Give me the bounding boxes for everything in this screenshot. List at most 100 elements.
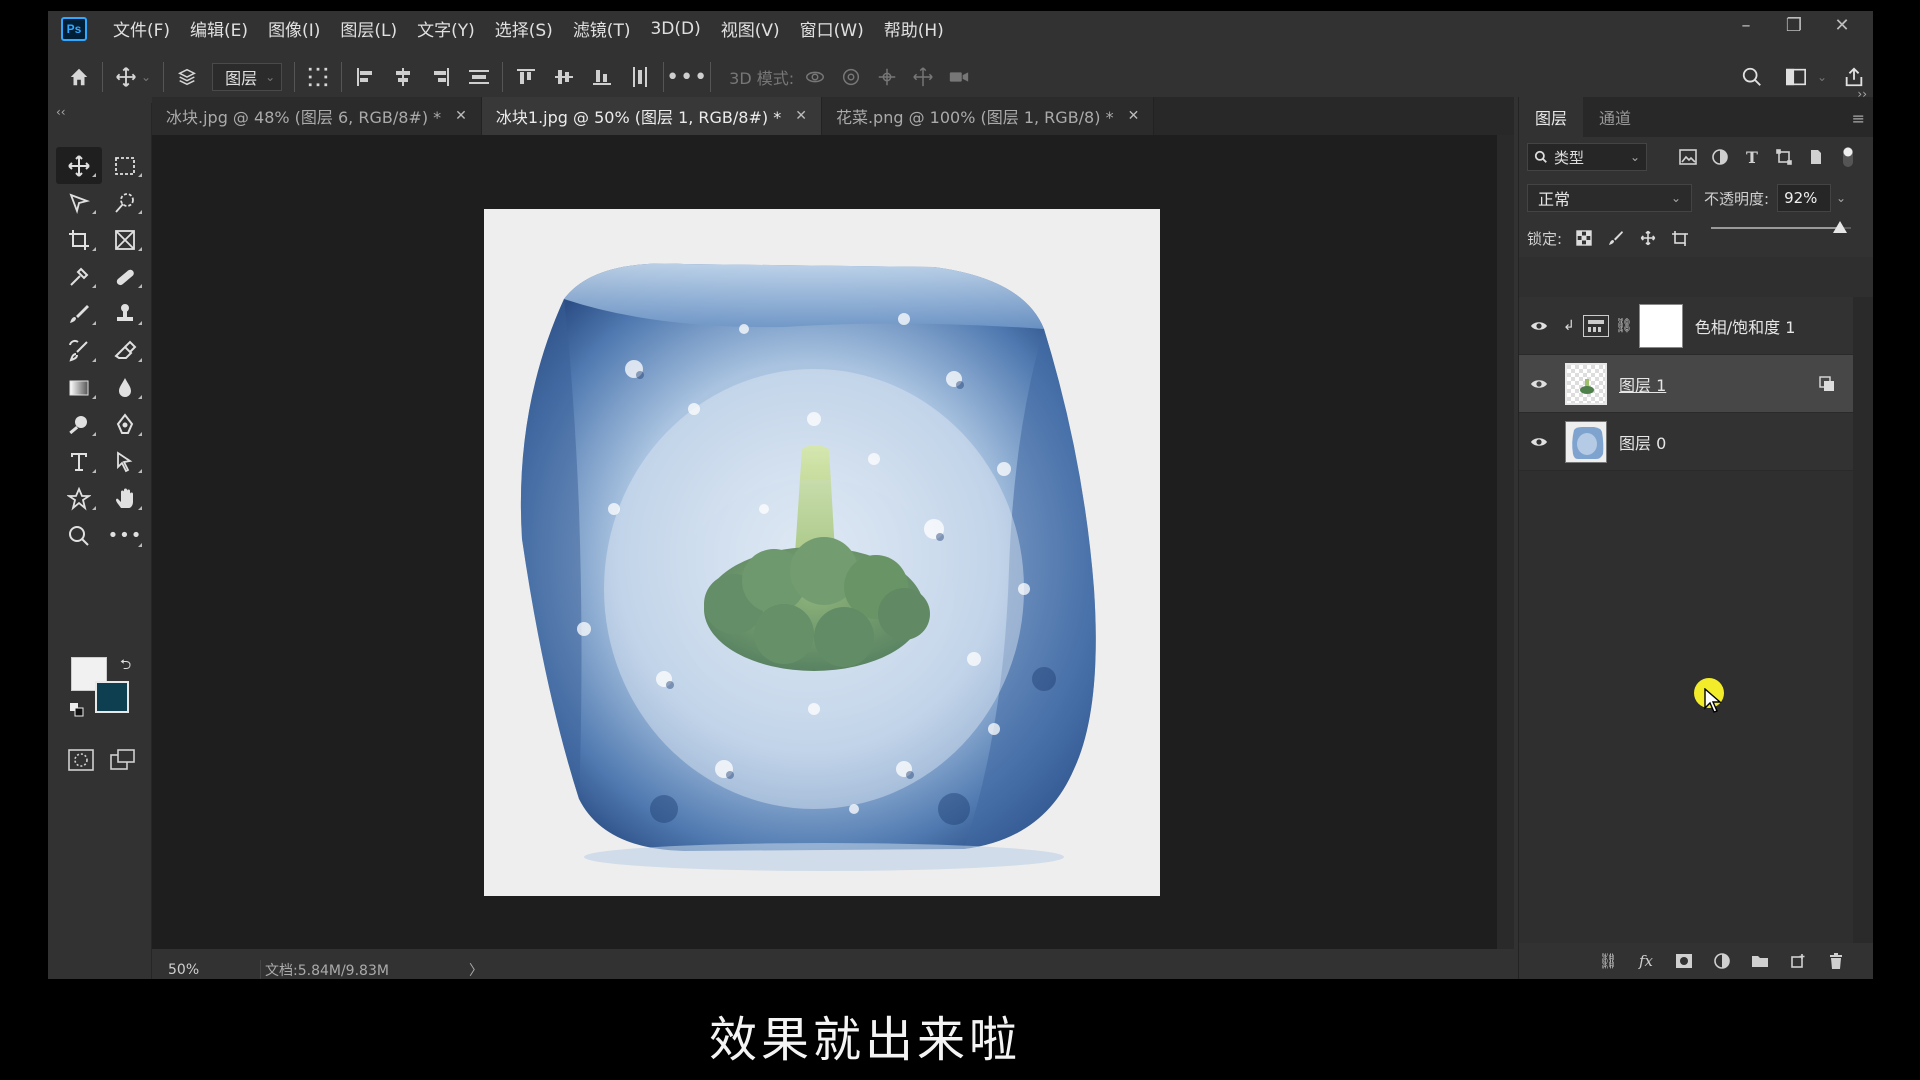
new-adjustment-layer-icon[interactable]: [1712, 951, 1732, 971]
tab-document-3[interactable]: 花菜.png @ 100% (图层 1, RGB/8) * ✕: [821, 97, 1155, 135]
workspace-icon[interactable]: [1785, 66, 1807, 88]
3d-orbit-icon[interactable]: [804, 66, 826, 88]
layer-thumbnail[interactable]: [1565, 362, 1607, 405]
menu-help[interactable]: 帮助(H): [874, 16, 954, 41]
menu-file[interactable]: 文件(F): [103, 16, 180, 41]
blend-mode-dropdown[interactable]: 正常 ⌄: [1527, 184, 1692, 212]
stamp-tool[interactable]: [102, 295, 148, 332]
opacity-slider[interactable]: [1707, 221, 1857, 235]
layer-mask-thumbnail[interactable]: [1638, 303, 1683, 348]
minimize-icon[interactable]: –: [1737, 15, 1755, 36]
3d-camera-icon[interactable]: [948, 66, 970, 88]
menu-select[interactable]: 选择(S): [485, 16, 563, 41]
menu-type[interactable]: 文字(Y): [407, 16, 485, 41]
visibility-eye-icon[interactable]: [1519, 320, 1559, 332]
history-brush-tool[interactable]: [56, 332, 102, 369]
canvas-vertical-scrollbar[interactable]: [1497, 135, 1514, 949]
gradient-tool[interactable]: [56, 369, 102, 406]
home-icon[interactable]: [68, 66, 90, 88]
marquee-tool[interactable]: [102, 147, 148, 184]
chevron-down-icon[interactable]: ⌄: [1817, 70, 1827, 84]
default-colors-icon[interactable]: [70, 703, 84, 717]
auto-select-icon[interactable]: [176, 66, 198, 88]
close-icon[interactable]: ✕: [1128, 108, 1140, 124]
brush-tool[interactable]: [56, 295, 102, 332]
layer-row-layer-1[interactable]: 图层 1: [1519, 355, 1853, 413]
visibility-eye-icon[interactable]: [1519, 436, 1559, 448]
align-right-icon[interactable]: [430, 66, 452, 88]
visibility-eye-icon[interactable]: [1519, 378, 1559, 390]
layer-name[interactable]: 图层 0: [1619, 430, 1666, 454]
distribute-icon[interactable]: [468, 66, 490, 88]
menu-edit[interactable]: 编辑(E): [180, 16, 258, 41]
lock-position-icon[interactable]: [1638, 228, 1658, 248]
document-canvas[interactable]: [484, 209, 1160, 896]
eraser-tool[interactable]: [102, 332, 148, 369]
lock-transparent-pixels-icon[interactable]: [1574, 228, 1594, 248]
layer-thumbnail[interactable]: [1565, 420, 1607, 463]
quick-mask-icon[interactable]: [68, 749, 94, 775]
transform-controls-icon[interactable]: [307, 66, 329, 88]
filter-pixel-icon[interactable]: [1677, 146, 1699, 168]
close-icon[interactable]: ✕: [1833, 15, 1851, 36]
hue-saturation-adjustment-icon[interactable]: [1583, 314, 1609, 337]
link-chain-icon[interactable]: ⛓: [1615, 318, 1633, 334]
auto-select-target-dropdown[interactable]: 图层 ⌄: [212, 63, 283, 91]
align-bottom-icon[interactable]: [591, 66, 613, 88]
lock-artboard-icon[interactable]: [1670, 228, 1690, 248]
zoom-level[interactable]: 50%: [152, 962, 222, 978]
type-tool[interactable]: [56, 443, 102, 480]
menu-layer[interactable]: 图层(L): [330, 16, 407, 41]
move-tool[interactable]: [56, 147, 102, 184]
panel-menu-icon[interactable]: ≡: [1852, 109, 1865, 128]
shape-tool[interactable]: [56, 480, 102, 517]
edit-toolbar-icon[interactable]: •••: [102, 517, 148, 554]
hand-tool[interactable]: [102, 480, 148, 517]
align-left-icon[interactable]: [354, 66, 376, 88]
new-layer-icon[interactable]: [1788, 951, 1808, 971]
tab-channels[interactable]: 通道: [1583, 97, 1647, 137]
dodge-tool[interactable]: [56, 406, 102, 443]
background-color-swatch[interactable]: [95, 681, 129, 713]
move-tool-icon[interactable]: [115, 66, 137, 88]
filter-smart-object-icon[interactable]: [1805, 146, 1827, 168]
3d-roll-icon[interactable]: [840, 66, 862, 88]
filter-toggle-icon[interactable]: [1837, 146, 1859, 168]
pen-tool[interactable]: [102, 406, 148, 443]
layer-style-fx-icon[interactable]: fx: [1636, 951, 1656, 971]
close-icon[interactable]: ✕: [455, 108, 467, 124]
align-top-icon[interactable]: [515, 66, 537, 88]
more-options-icon[interactable]: •••: [666, 65, 707, 90]
swap-colors-icon[interactable]: ⮌: [120, 654, 131, 678]
new-group-folder-icon[interactable]: [1750, 951, 1770, 971]
tab-layers[interactable]: 图层: [1519, 97, 1584, 137]
layer-name[interactable]: 色相/饱和度 1: [1695, 314, 1796, 338]
blur-tool[interactable]: [102, 369, 148, 406]
zoom-tool[interactable]: [56, 517, 102, 554]
chevron-down-icon[interactable]: ⌄: [141, 70, 151, 84]
lasso-tool[interactable]: [56, 184, 102, 221]
layer-row-layer-0[interactable]: 图层 0: [1519, 413, 1853, 471]
opacity-slider-thumb[interactable]: [1832, 221, 1847, 233]
chevron-down-icon[interactable]: ⌄: [1831, 184, 1851, 212]
collapse-panel-icon[interactable]: ‹‹: [56, 105, 66, 119]
search-icon[interactable]: [1741, 66, 1763, 88]
menu-window[interactable]: 窗口(W): [790, 16, 874, 41]
layer-name[interactable]: 图层 1: [1619, 372, 1666, 396]
healing-brush-tool[interactable]: [102, 258, 148, 295]
link-layers-icon[interactable]: ⛓: [1598, 951, 1618, 971]
share-icon[interactable]: [1843, 66, 1865, 88]
distribute-vertical-icon[interactable]: [629, 66, 651, 88]
3d-slide-icon[interactable]: [912, 66, 934, 88]
menu-3d[interactable]: 3D(D): [640, 19, 710, 39]
menu-filter[interactable]: 滤镜(T): [563, 16, 641, 41]
filter-adjustment-icon[interactable]: [1709, 146, 1731, 168]
add-mask-icon[interactable]: [1674, 951, 1694, 971]
menu-view[interactable]: 视图(V): [711, 16, 790, 41]
align-center-icon[interactable]: [392, 66, 414, 88]
align-middle-icon[interactable]: [553, 66, 575, 88]
delete-layer-trash-icon[interactable]: [1826, 951, 1846, 971]
screen-mode-icon[interactable]: [110, 749, 136, 775]
menu-image[interactable]: 图像(I): [258, 16, 330, 41]
crop-tool[interactable]: [56, 221, 102, 258]
